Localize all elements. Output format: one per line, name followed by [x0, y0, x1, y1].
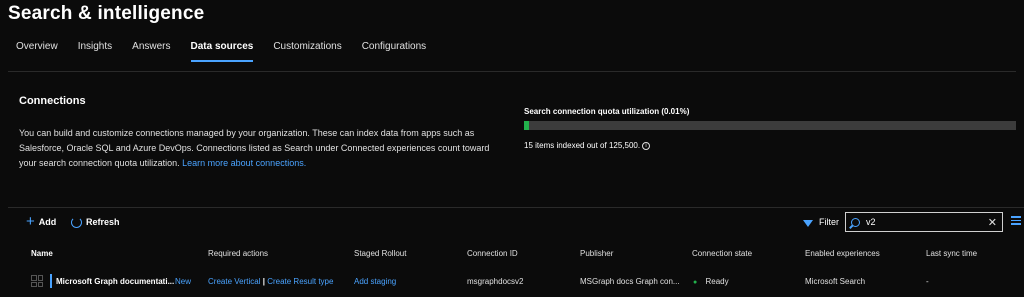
- column-header-required-actions[interactable]: Required actions: [208, 249, 268, 258]
- row-select-icon[interactable]: [31, 275, 43, 287]
- column-header-name[interactable]: Name: [31, 249, 53, 258]
- tab-insights[interactable]: Insights: [78, 40, 112, 64]
- tab-data-sources[interactable]: Data sources: [190, 40, 253, 64]
- refresh-button-label: Refresh: [86, 217, 120, 227]
- clear-icon[interactable]: ✕: [988, 216, 997, 229]
- quota-progress-fill: [524, 121, 529, 130]
- tab-divider: [8, 71, 1016, 72]
- refresh-icon: [71, 216, 82, 228]
- quota-summary: 15 items indexed out of 125,500. i: [524, 141, 651, 150]
- tab-answers[interactable]: Answers: [132, 40, 170, 64]
- page-title: Search & intelligence: [8, 3, 205, 24]
- add-button[interactable]: + Add: [26, 214, 56, 230]
- create-result-type-link[interactable]: Create Result type: [267, 277, 333, 286]
- last-sync-time: -: [926, 277, 929, 286]
- filter-icon: [803, 219, 813, 227]
- required-actions: Create Vertical | Create Result type: [208, 277, 333, 286]
- column-header-connection-state[interactable]: Connection state: [692, 249, 752, 258]
- tab-overview[interactable]: Overview: [16, 40, 58, 64]
- column-header-staged-rollout[interactable]: Staged Rollout: [354, 249, 406, 258]
- tab-configurations[interactable]: Configurations: [362, 40, 426, 64]
- section-divider: [8, 207, 1024, 208]
- new-badge: New: [175, 277, 192, 286]
- table-row[interactable]: Microsoft Graph documentati... New Creat…: [8, 266, 1024, 296]
- row-selection-indicator: [50, 274, 52, 288]
- connection-state-label: Ready: [705, 277, 729, 286]
- tab-customizations[interactable]: Customizations: [273, 40, 341, 64]
- column-header-connection-id[interactable]: Connection ID: [467, 249, 518, 258]
- create-vertical-link[interactable]: Create Vertical: [208, 277, 260, 286]
- learn-more-link[interactable]: Learn more about connections.: [182, 158, 306, 168]
- connection-state: ● Ready: [693, 277, 729, 286]
- filter-button-label: Filter: [819, 217, 839, 227]
- ready-status-icon: ●: [693, 279, 698, 286]
- column-header-enabled-experiences[interactable]: Enabled experiences: [805, 249, 880, 258]
- search-box[interactable]: ✕: [845, 212, 1003, 232]
- search-icon: [851, 217, 860, 227]
- connections-heading: Connections: [19, 95, 86, 107]
- connection-name[interactable]: Microsoft Graph documentati...: [56, 277, 174, 286]
- connections-description: You can build and customize connections …: [19, 126, 499, 171]
- tab-bar: Overview Insights Answers Data sources C…: [16, 40, 446, 64]
- list-options-icon[interactable]: [1011, 216, 1021, 227]
- quota-title: Search connection quota utilization (0.0…: [524, 107, 690, 116]
- add-button-label: Add: [38, 217, 57, 227]
- column-header-last-sync-time[interactable]: Last sync time: [926, 249, 977, 258]
- quota-summary-text: 15 items indexed out of 125,500.: [524, 141, 641, 150]
- actions-separator: |: [262, 277, 265, 286]
- publisher: MSGraph docs Graph con...: [580, 277, 680, 286]
- filter-button[interactable]: Filter: [803, 214, 839, 230]
- add-staging-link[interactable]: Add staging: [354, 277, 396, 286]
- plus-icon: +: [26, 213, 35, 230]
- refresh-button[interactable]: Refresh: [71, 214, 120, 230]
- enabled-experiences: Microsoft Search: [805, 277, 866, 286]
- quota-progress-bar: [524, 121, 1016, 130]
- info-icon[interactable]: i: [642, 141, 651, 150]
- connection-id: msgraphdocsv2: [467, 277, 524, 286]
- search-input[interactable]: [866, 217, 988, 227]
- column-header-publisher[interactable]: Publisher: [580, 249, 613, 258]
